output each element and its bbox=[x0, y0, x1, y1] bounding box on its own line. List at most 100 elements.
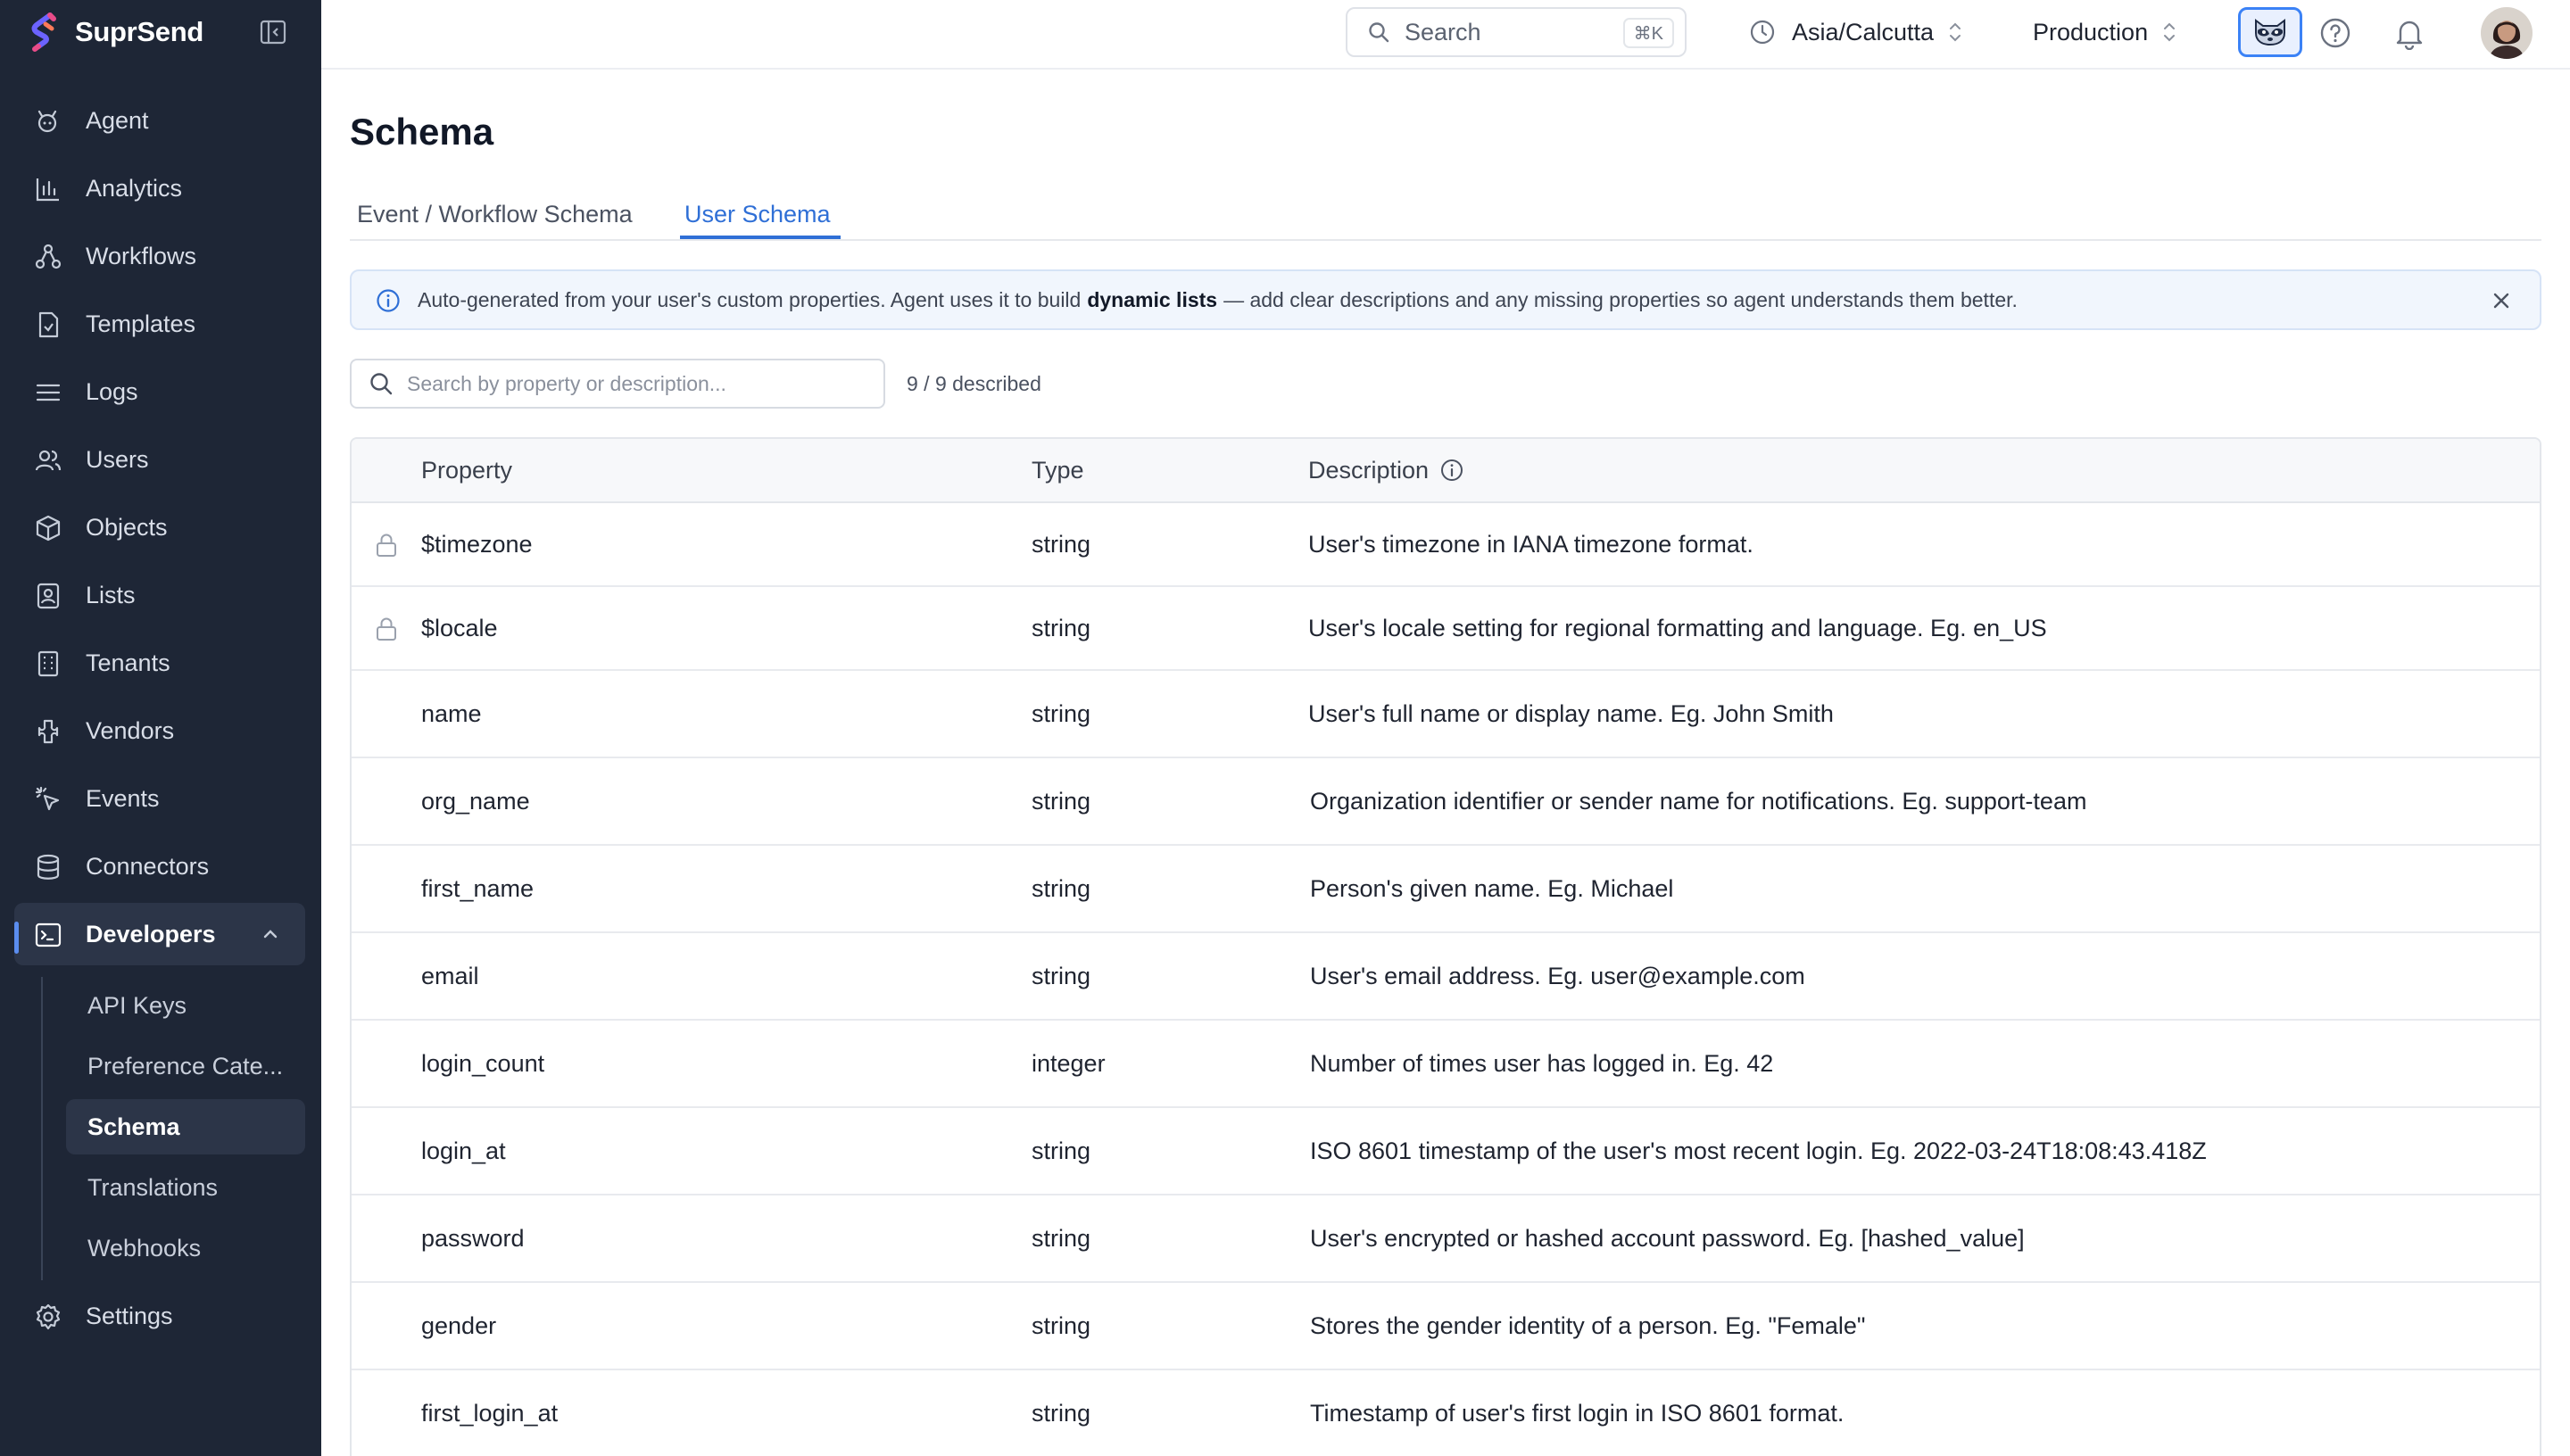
tab-user-schema[interactable]: User Schema bbox=[684, 187, 831, 241]
cell-type: string bbox=[1032, 1399, 1091, 1427]
cell-description[interactable]: User's timezone in IANA timezone format. bbox=[1308, 503, 1753, 585]
column-header-description: Description bbox=[1308, 439, 1464, 501]
sidebar-item-label: Objects bbox=[86, 513, 168, 541]
table-row[interactable]: first_name string Person's given name. E… bbox=[352, 846, 2540, 933]
table-row[interactable]: $timezone string User's timezone in IANA… bbox=[352, 503, 2540, 587]
sidebar-subitem-label: Schema bbox=[87, 1113, 180, 1140]
sidebar-item-agent[interactable]: Agent bbox=[14, 89, 305, 152]
search-shortcut-badge: ⌘K bbox=[1622, 18, 1674, 48]
connectors-icon bbox=[37, 854, 60, 880]
sidebar-item-label: Users bbox=[86, 445, 149, 473]
property-search-field[interactable] bbox=[350, 359, 885, 409]
sidebar-item-connectors[interactable]: Connectors bbox=[14, 835, 305, 898]
table-row[interactable]: login_count integer Number of times user… bbox=[352, 1021, 2540, 1108]
table-row[interactable]: email string User's email address. Eg. u… bbox=[352, 933, 2540, 1021]
cell-property: org_name bbox=[421, 787, 530, 815]
submenu-guide-line bbox=[41, 977, 43, 1280]
sidebar-subitem-preference-categories[interactable]: Preference Cate... bbox=[66, 1038, 305, 1094]
top-bar: Search ⌘K Asia/Calcutta Production bbox=[321, 0, 2570, 70]
user-avatar[interactable] bbox=[2481, 7, 2533, 59]
brand-name: SuprSend bbox=[75, 16, 204, 47]
sidebar-subitem-translations[interactable]: Translations bbox=[66, 1160, 305, 1215]
cell-property: $timezone bbox=[421, 530, 533, 558]
cell-description[interactable]: ISO 8601 timestamp of the user's most re… bbox=[1310, 1108, 2207, 1194]
close-icon[interactable] bbox=[2488, 287, 2515, 314]
cell-type: string bbox=[1032, 699, 1091, 727]
sidebar-item-label: Lists bbox=[86, 581, 136, 608]
sidebar-item-label: Logs bbox=[86, 377, 138, 405]
column-header-type: Type bbox=[1032, 456, 1084, 484]
schema-tabs: Event / Workflow Schema User Schema bbox=[350, 187, 2541, 241]
settings-icon bbox=[36, 1303, 61, 1330]
avatar-image bbox=[2481, 7, 2533, 59]
developers-icon bbox=[35, 922, 62, 947]
timezone-selector[interactable]: Asia/Calcutta bbox=[1749, 12, 1964, 52]
sidebar-item-label: Agent bbox=[86, 106, 149, 134]
sidebar-item-lists[interactable]: Lists bbox=[14, 564, 305, 626]
cell-description[interactable]: Number of times user has logged in. Eg. … bbox=[1310, 1021, 1773, 1106]
sidebar-subitem-api-keys[interactable]: API Keys bbox=[66, 978, 305, 1033]
sidebar-item-tenants[interactable]: Tenants bbox=[14, 632, 305, 694]
table-row[interactable]: login_at string ISO 8601 timestamp of th… bbox=[352, 1108, 2540, 1195]
cell-description[interactable]: User's full name or display name. Eg. Jo… bbox=[1308, 671, 1834, 757]
sidebar-item-objects[interactable]: Objects bbox=[14, 496, 305, 558]
environment-selector[interactable]: Production bbox=[2033, 12, 2178, 52]
sidebar-item-analytics[interactable]: Analytics bbox=[14, 157, 305, 219]
cell-description[interactable]: Timestamp of user's first login in ISO 8… bbox=[1310, 1370, 1844, 1456]
cell-property: first_name bbox=[421, 874, 535, 902]
global-search-button[interactable]: Search ⌘K bbox=[1346, 7, 1687, 57]
raccoon-icon bbox=[2255, 19, 2285, 46]
cell-description[interactable]: Person's given name. Eg. Michael bbox=[1310, 846, 1673, 931]
cell-property: $locale bbox=[421, 614, 498, 641]
sidebar-subitem-webhooks[interactable]: Webhooks bbox=[66, 1220, 305, 1276]
table-row[interactable]: gender string Stores the gender identity… bbox=[352, 1283, 2540, 1370]
info-icon[interactable] bbox=[1439, 458, 1464, 483]
search-label: Search bbox=[1405, 18, 1481, 46]
column-header-property: Property bbox=[421, 456, 513, 484]
cell-type: string bbox=[1032, 530, 1091, 558]
sidebar-item-logs[interactable]: Logs bbox=[14, 360, 305, 423]
sidebar-item-developers[interactable]: Developers bbox=[14, 903, 305, 965]
table-row[interactable]: $locale string User's locale setting for… bbox=[352, 587, 2540, 671]
help-icon[interactable] bbox=[2318, 16, 2352, 50]
info-banner: Auto-generated from your user's custom p… bbox=[350, 269, 2541, 330]
table-row[interactable]: password string User's encrypted or hash… bbox=[352, 1195, 2540, 1283]
agent-mascot-button[interactable] bbox=[2238, 7, 2302, 57]
cell-type: string bbox=[1032, 1311, 1091, 1339]
sidebar: SuprSend Agent Analytics Workflows Templ… bbox=[0, 0, 321, 1456]
brand[interactable]: SuprSend bbox=[27, 11, 203, 54]
cell-description[interactable]: Organization identifier or sender name f… bbox=[1310, 758, 2086, 844]
sidebar-item-events[interactable]: Events bbox=[14, 767, 305, 830]
objects-icon bbox=[36, 515, 61, 542]
cell-description[interactable]: User's encrypted or hashed account passw… bbox=[1310, 1195, 2025, 1281]
described-count: 9 / 9 described bbox=[907, 371, 1041, 395]
tab-event-workflow-schema[interactable]: Event / Workflow Schema bbox=[357, 187, 633, 241]
table-row[interactable]: first_login_at string Timestamp of user'… bbox=[352, 1370, 2540, 1456]
sidebar-item-label: Developers bbox=[86, 920, 216, 947]
active-tab-underline bbox=[680, 236, 841, 239]
property-search-input[interactable] bbox=[407, 371, 871, 396]
cell-type: string bbox=[1032, 962, 1091, 989]
cell-description[interactable]: User's locale setting for regional forma… bbox=[1308, 587, 2047, 669]
collapse-sidebar-button[interactable] bbox=[257, 16, 289, 48]
lock-icon bbox=[377, 534, 396, 557]
cell-description[interactable]: Stores the gender identity of a person. … bbox=[1310, 1283, 1866, 1369]
cell-description[interactable]: User's email address. Eg. user@example.c… bbox=[1310, 933, 1805, 1019]
agent-icon bbox=[37, 110, 57, 133]
sidebar-subitem-label: API Keys bbox=[87, 991, 187, 1019]
chevron-updown-icon bbox=[2164, 22, 2176, 42]
cell-type: string bbox=[1032, 874, 1091, 902]
sidebar-item-label: Tenants bbox=[86, 649, 170, 676]
templates-icon bbox=[38, 311, 59, 338]
sidebar-subitem-schema[interactable]: Schema bbox=[66, 1099, 305, 1154]
table-row[interactable]: name string User's full name or display … bbox=[352, 671, 2540, 758]
events-icon bbox=[35, 786, 60, 811]
sidebar-item-vendors[interactable]: Vendors bbox=[14, 699, 305, 762]
sidebar-item-templates[interactable]: Templates bbox=[14, 293, 305, 355]
sidebar-item-workflows[interactable]: Workflows bbox=[14, 225, 305, 287]
table-row[interactable]: org_name string Organization identifier … bbox=[352, 758, 2540, 846]
cell-property: first_login_at bbox=[421, 1399, 559, 1427]
sidebar-item-settings[interactable]: Settings bbox=[14, 1285, 305, 1347]
notification-bell-icon[interactable] bbox=[2393, 16, 2425, 50]
sidebar-item-users[interactable]: Users bbox=[14, 428, 305, 491]
